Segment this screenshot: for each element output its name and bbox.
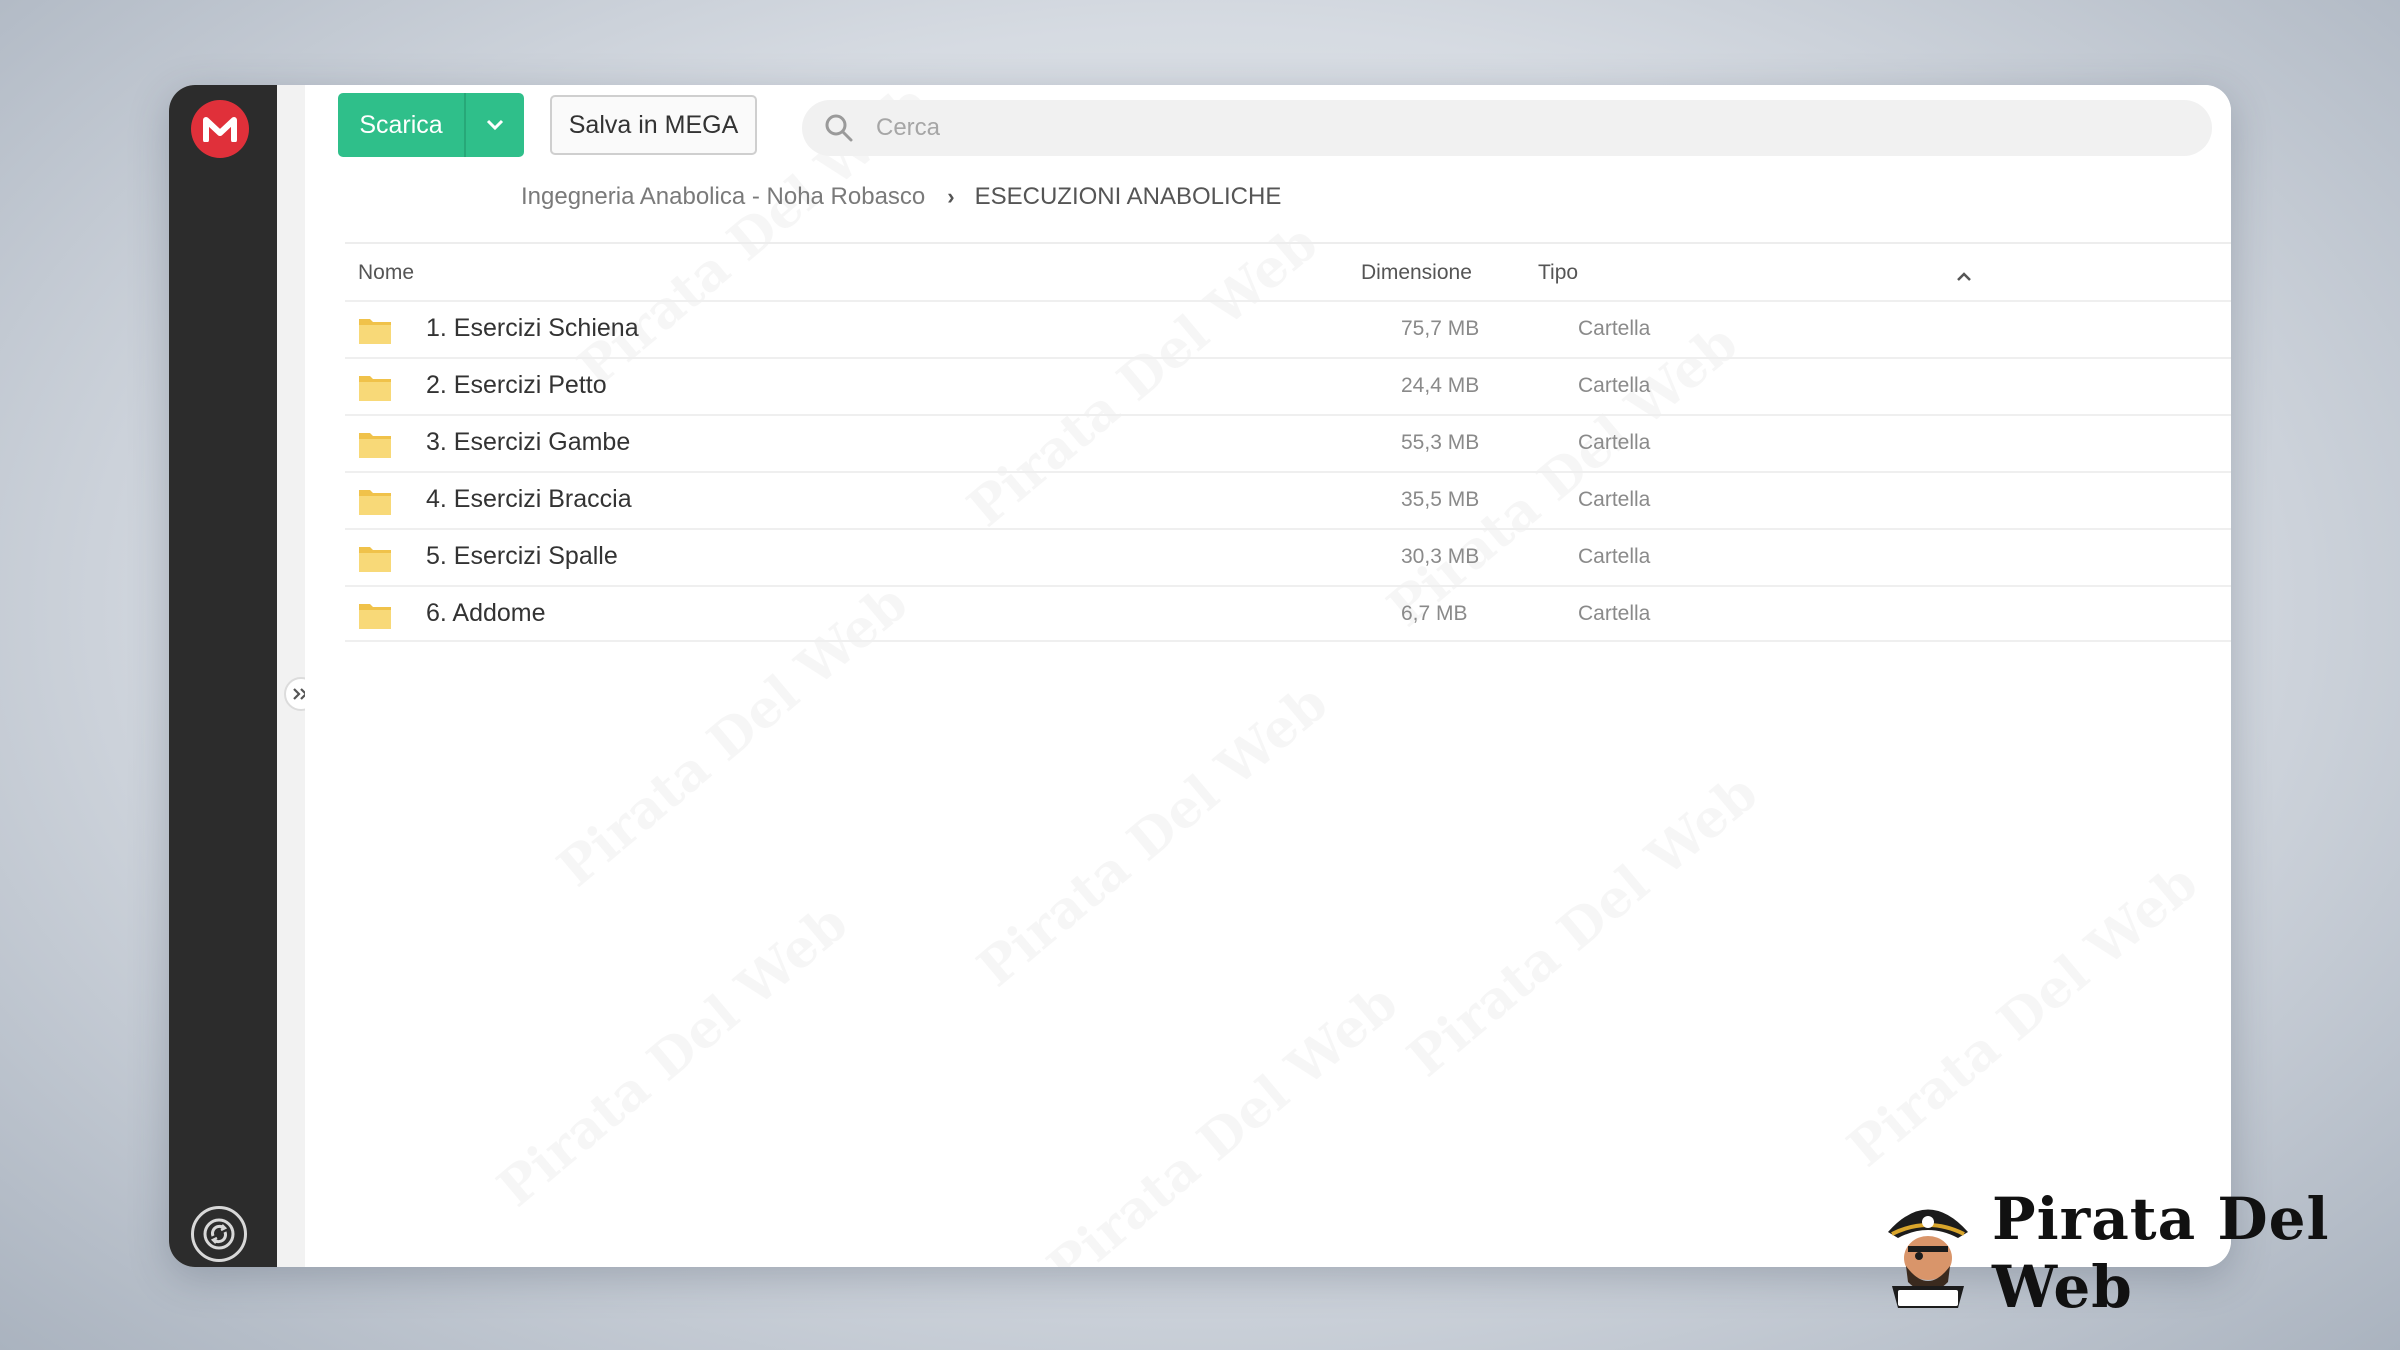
file-name: 6. Addome	[426, 599, 546, 627]
table-row[interactable]: 3. Esercizi Gambe 55,3 MB Cartella	[345, 414, 2231, 471]
sidebar	[169, 85, 277, 1267]
mega-logo-icon[interactable]	[191, 100, 249, 158]
main-content: Pirata Del Web Pirata Del Web Pirata Del…	[305, 85, 2231, 1267]
folder-icon	[358, 315, 392, 345]
file-size: 24,4 MB	[1401, 374, 1480, 397]
file-name: 5. Esercizi Spalle	[426, 542, 618, 570]
watermark: Pirata Del Web	[1396, 762, 1769, 1089]
table-row[interactable]: 1. Esercizi Schiena 75,7 MB Cartella	[345, 300, 2231, 357]
file-size: 30,3 MB	[1401, 545, 1480, 568]
chevron-right-icon: ›	[947, 184, 955, 209]
chevron-down-icon[interactable]	[466, 119, 524, 131]
sidebar-gutter	[277, 85, 305, 1267]
folder-icon	[358, 486, 392, 516]
search-input[interactable]	[876, 114, 2076, 142]
file-type: Cartella	[1578, 431, 1651, 454]
folder-icon	[358, 543, 392, 573]
file-size: 6,7 MB	[1401, 602, 1468, 625]
folder-icon	[358, 372, 392, 402]
file-name: 1. Esercizi Schiena	[426, 314, 639, 342]
table-row[interactable]: 6. Addome 6,7 MB Cartella	[345, 585, 2231, 642]
search-bar[interactable]	[802, 100, 2212, 156]
file-type: Cartella	[1578, 488, 1651, 511]
folder-icon	[358, 429, 392, 459]
sort-ascending-icon[interactable]	[1955, 265, 1973, 281]
header-divider	[345, 242, 2231, 244]
pirate-mascot-icon	[1878, 1192, 1978, 1315]
table-header: Nome Dimensione Tipo	[345, 245, 2231, 301]
file-size: 55,3 MB	[1401, 431, 1480, 454]
table-row[interactable]: 5. Esercizi Spalle 30,3 MB Cartella	[345, 528, 2231, 585]
watermark: Pirata Del Web	[966, 672, 1339, 999]
table-row[interactable]: 2. Esercizi Petto 24,4 MB Cartella	[345, 357, 2231, 414]
save-to-mega-button[interactable]: Salva in MEGA	[550, 95, 757, 155]
file-size: 35,5 MB	[1401, 488, 1480, 511]
watermark: Pirata Del Web	[486, 892, 859, 1219]
search-icon	[822, 111, 856, 145]
brand-logo: Pirata Del Web	[1878, 1185, 2400, 1321]
sync-icon[interactable]	[191, 1206, 247, 1262]
brand-name: Pirata Del Web	[1992, 1185, 2330, 1321]
breadcrumb-parent[interactable]: Ingegneria Anabolica - Noha Robasco	[521, 183, 925, 211]
mega-window: Pirata Del Web Pirata Del Web Pirata Del…	[169, 85, 2231, 1267]
download-button-label: Scarica	[359, 110, 443, 139]
file-type: Cartella	[1578, 374, 1651, 397]
column-header-type[interactable]: Tipo	[1538, 261, 1578, 285]
file-name: 2. Esercizi Petto	[426, 371, 607, 399]
watermark: Pirata Del Web	[1036, 972, 1409, 1267]
watermark: Pirata Del Web	[1836, 852, 2209, 1179]
breadcrumb-current: ESECUZIONI ANABOLICHE	[974, 183, 1282, 210]
file-name: 3. Esercizi Gambe	[426, 428, 631, 456]
file-name: 4. Esercizi Braccia	[426, 485, 632, 513]
file-type: Cartella	[1578, 602, 1651, 625]
folder-icon	[358, 600, 392, 630]
file-size: 75,7 MB	[1401, 317, 1480, 340]
file-list: 1. Esercizi Schiena 75,7 MB Cartella 2. …	[345, 300, 2231, 642]
table-row[interactable]: 4. Esercizi Braccia 35,5 MB Cartella	[345, 471, 2231, 528]
file-type: Cartella	[1578, 317, 1651, 340]
column-header-size[interactable]: Dimensione	[1361, 261, 1472, 285]
download-button[interactable]: Scarica	[338, 93, 524, 157]
file-type: Cartella	[1578, 545, 1651, 568]
column-header-name[interactable]: Nome	[358, 261, 414, 285]
breadcrumb: Ingegneria Anabolica - Noha Robasco › ES…	[521, 183, 1281, 211]
